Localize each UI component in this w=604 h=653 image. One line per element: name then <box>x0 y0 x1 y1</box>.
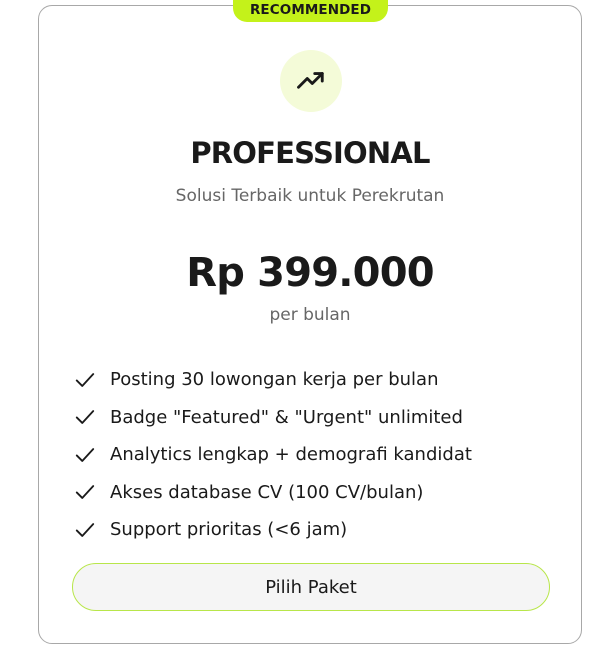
feature-label: Analytics lengkap + demografi kandidat <box>110 444 472 466</box>
check-icon <box>75 372 95 387</box>
choose-plan-button[interactable]: Pilih Paket <box>72 563 550 611</box>
check-icon <box>75 410 95 425</box>
feature-item: Posting 30 lowongan kerja per bulan <box>74 361 472 399</box>
trending-up-icon <box>297 72 324 89</box>
plan-price: Rp 399.000 <box>186 250 434 296</box>
plan-tagline: Solusi Terbaik untuk Perekrutan <box>175 186 445 206</box>
feature-item: Akses database CV (100 CV/bulan) <box>74 474 472 512</box>
feature-label: Posting 30 lowongan kerja per bulan <box>110 369 439 391</box>
recommended-badge: RECOMMENDED <box>233 0 388 22</box>
feature-label: Support prioritas (<6 jam) <box>110 519 348 541</box>
check-icon <box>75 447 95 462</box>
feature-label: Akses database CV (100 CV/bulan) <box>110 481 424 503</box>
check-icon <box>75 522 95 537</box>
price-period: per bulan <box>269 305 351 325</box>
feature-label: Badge "Featured" & "Urgent" unlimited <box>110 406 463 428</box>
feature-item: Analytics lengkap + demografi kandidat <box>74 436 472 474</box>
feature-list: Posting 30 lowongan kerja per bulan Badg… <box>74 361 472 549</box>
plan-title: PROFESSIONAL <box>190 136 430 170</box>
feature-item: Badge "Featured" & "Urgent" unlimited <box>74 399 472 437</box>
plan-icon-circle <box>280 50 342 112</box>
feature-item: Support prioritas (<6 jam) <box>74 511 472 549</box>
check-icon <box>75 485 95 500</box>
